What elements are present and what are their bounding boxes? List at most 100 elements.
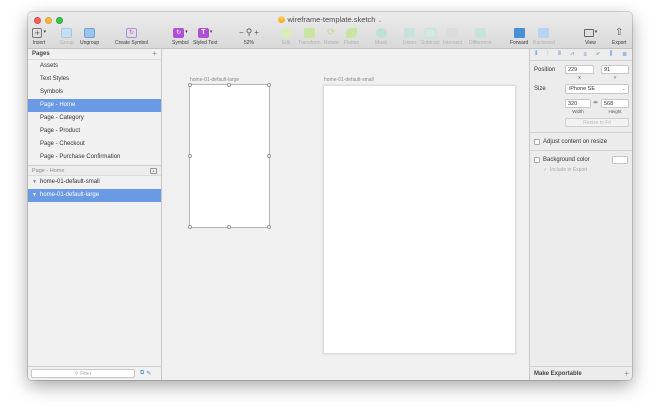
document-title-text: wireframe-template.sketch (287, 15, 376, 24)
adjust-content-label: Adjust content on resize (543, 139, 608, 145)
x-position-field[interactable]: 229 (565, 65, 594, 74)
difference-label: Difference (469, 40, 492, 46)
align-bottom-icon[interactable]: ⩗ (597, 51, 600, 58)
position-label: Position (534, 67, 556, 73)
transform-button[interactable]: Transform (298, 27, 321, 46)
include-in-export-label: Include in Export (550, 167, 588, 173)
alignment-bar: ⫴ ⫶ ⫴ ⩘ ≡ ⩗ ⫼ ≣ (530, 49, 632, 61)
page-item-purchase-confirmation[interactable]: Page - Purchase Confirmation (28, 151, 161, 164)
edit-button[interactable]: Edit (280, 27, 292, 46)
height-field[interactable]: 568 (601, 99, 629, 108)
resize-handle[interactable] (188, 83, 192, 87)
distribute-horizontal-icon[interactable]: ⫼ (610, 51, 613, 58)
export-icon: ⇧ (615, 27, 624, 38)
group-button[interactable]: Group (60, 27, 74, 46)
artboard-label-small[interactable]: home-01-default-small (324, 77, 374, 83)
search-icon: ⚲ (74, 370, 79, 377)
align-right-icon[interactable]: ⫴ (558, 51, 561, 58)
resize-handle[interactable] (188, 154, 192, 158)
width-field[interactable]: 320 (565, 99, 591, 108)
forward-button[interactable]: Forward (510, 27, 528, 46)
resize-handle[interactable] (267, 154, 271, 158)
difference-button[interactable]: Difference (469, 27, 492, 46)
insert-button[interactable]: + ▾ Insert (32, 27, 46, 46)
zoom-in-button[interactable]: + (254, 27, 259, 38)
page-item-text-styles[interactable]: Text Styles (28, 73, 161, 86)
forward-icon (513, 27, 525, 38)
resize-handle[interactable] (227, 225, 231, 229)
zoom-level: 52% (243, 40, 254, 46)
collapse-layers-icon[interactable]: ▴ (150, 167, 157, 174)
pages-header-label: Pages (32, 51, 50, 57)
backward-label: Backward (533, 40, 555, 46)
pages-header: Pages + (28, 49, 161, 60)
page-item-category[interactable]: Page - Category (28, 112, 161, 125)
create-symbol-button[interactable]: ↻ Create Symbol (115, 27, 148, 46)
union-button[interactable]: Union (403, 27, 416, 46)
page-item-label: Assets (40, 63, 59, 69)
page-item-label: Page - Category (40, 115, 84, 121)
page-item-checkout[interactable]: Page - Checkout (28, 138, 161, 151)
align-middle-icon[interactable]: ≡ (583, 52, 587, 58)
resize-handle[interactable] (227, 83, 231, 87)
backward-button[interactable]: Backward (533, 27, 555, 46)
artboard-label-large[interactable]: home-01-default-large (190, 77, 239, 83)
slice-filter-icon[interactable]: ⧉ (140, 370, 144, 377)
artboard-large[interactable] (188, 83, 271, 229)
adjust-content-checkbox[interactable] (534, 139, 540, 145)
distribute-vertical-icon[interactable]: ≣ (622, 51, 627, 58)
styled-text-button[interactable]: T ▾ Styled Text (193, 27, 217, 46)
make-exportable-row[interactable]: Make Exportable + (530, 366, 632, 380)
disclosure-triangle-icon[interactable]: ▼ (32, 176, 40, 189)
flatten-icon (346, 27, 358, 38)
include-in-export-checkmark-icon[interactable]: ✓ (543, 167, 547, 173)
layer-item-small[interactable]: ▼ home-01-default-small (28, 176, 161, 189)
sidebar-footer: ⚲ Filter ⧉ ✎ (28, 366, 162, 380)
intersect-button[interactable]: Intersect (443, 27, 462, 46)
view-label: View (585, 40, 596, 46)
lock-ratio-icon[interactable]: ⇹ (593, 99, 598, 106)
height-label: Height (608, 109, 622, 114)
resize-handle[interactable] (267, 225, 271, 229)
forward-label: Forward (510, 40, 529, 46)
zoom-out-button[interactable]: − (239, 27, 244, 38)
add-export-plus-icon[interactable]: + (624, 369, 629, 378)
zoom-control[interactable]: − ⚲ + 52% (235, 27, 263, 46)
document-title[interactable]: wireframe-template.sketch ⌄ (28, 15, 632, 24)
layer-item-large[interactable]: ▼ home-01-default-large (28, 189, 161, 202)
rotate-button[interactable]: ⟳ Rotate (324, 27, 339, 46)
union-label: Union (403, 40, 417, 46)
artboard-small[interactable] (323, 85, 516, 354)
align-center-icon[interactable]: ⫶ (547, 51, 549, 58)
view-button[interactable]: ▾ View (583, 27, 598, 46)
background-color-swatch[interactable] (612, 156, 628, 164)
backward-icon (538, 27, 550, 38)
ungroup-button[interactable]: Ungroup (80, 27, 99, 46)
export-button[interactable]: ⇧ Export (612, 27, 626, 46)
align-left-icon[interactable]: ⫴ (535, 51, 538, 58)
filter-input[interactable]: ⚲ Filter (31, 369, 135, 378)
canvas[interactable]: home-01-default-large home-01-default-sm… (162, 49, 529, 380)
background-color-checkbox[interactable] (534, 157, 540, 163)
subtract-button[interactable]: Subtract (421, 27, 440, 46)
device-size-select[interactable]: iPhone SE ⌄ (565, 84, 629, 94)
add-page-plus-icon[interactable]: + (152, 50, 157, 58)
page-item-symbols[interactable]: Symbols (28, 86, 161, 99)
align-top-icon[interactable]: ⩘ (570, 51, 573, 58)
x-label: X (577, 75, 581, 80)
page-item-home[interactable]: Page - Home (28, 99, 161, 112)
page-item-product[interactable]: Page - Product (28, 125, 161, 138)
device-size-value: iPhone SE (569, 86, 595, 92)
pen-filter-icon[interactable]: ✎ (146, 370, 151, 377)
mask-button[interactable]: Mask (375, 27, 387, 46)
resize-handle[interactable] (267, 83, 271, 87)
disclosure-triangle-icon[interactable]: ▼ (32, 189, 40, 202)
mask-label: Mask (375, 40, 387, 46)
y-position-field[interactable]: 91 (601, 65, 629, 74)
symbol-button[interactable]: ↻ ▾ Symbol (172, 27, 189, 46)
page-item-assets[interactable]: Assets (28, 60, 161, 73)
resize-handle[interactable] (188, 225, 192, 229)
resize-to-fit-button[interactable]: Resize to Fit (565, 118, 629, 127)
rotate-icon: ⟳ (327, 27, 336, 38)
flatten-button[interactable]: Flatten (344, 27, 359, 46)
